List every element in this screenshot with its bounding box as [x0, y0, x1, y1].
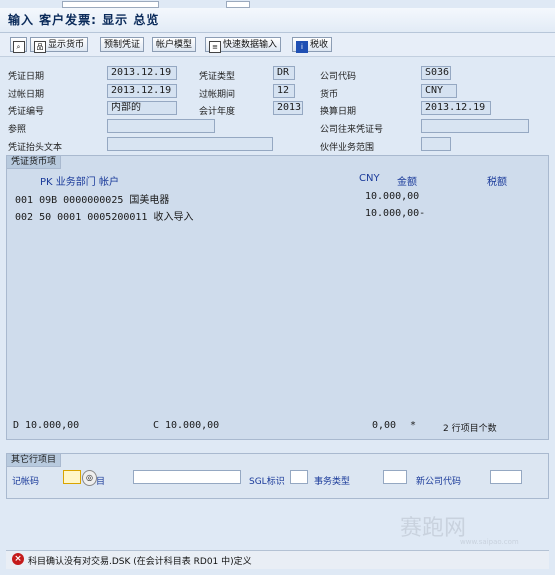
items-panel-tab[interactable]: 凭证货币项	[6, 155, 62, 169]
amount-column-header: 金额	[397, 177, 417, 188]
watermark-logo: 赛跑网	[400, 516, 467, 541]
toolbar-slot	[226, 1, 250, 8]
doc-number-field[interactable]: 内部的	[107, 101, 177, 115]
company-code-label: 公司代码	[320, 72, 357, 82]
intercompany-label: 公司往来凭证号	[320, 125, 384, 135]
sgl-field[interactable]	[290, 470, 308, 484]
doc-date-field[interactable]: 2013.12.19	[107, 66, 177, 80]
fiscal-year-field[interactable]: 2013	[273, 101, 303, 115]
list-icon: ≡	[209, 41, 221, 53]
header-text-field[interactable]	[107, 137, 273, 151]
doc-date-label: 凭证日期	[8, 72, 45, 82]
park-document-button[interactable]: 预制凭证	[100, 37, 145, 52]
header-text-label: 凭证抬头文本	[8, 143, 63, 153]
balance-flag: *	[410, 420, 417, 431]
row-detail: 001 09B 0000000025 国美电器	[15, 195, 170, 206]
credit-label: C	[153, 420, 160, 431]
doc-number-label: 凭证编号	[8, 107, 45, 117]
page-title: 输入 客户发票: 显示 总览	[8, 13, 160, 27]
tax-column-header: 税额	[487, 177, 507, 188]
watermark-url: www.saipao.com	[460, 538, 519, 546]
new-company-label: 新公司代码	[416, 477, 462, 487]
error-icon: ×	[12, 553, 24, 565]
currency-label: 货币	[320, 90, 339, 100]
magnifier-icon: ⌕	[12, 41, 25, 53]
table-row[interactable]: 001 09B 0000000025 国美电器	[15, 191, 169, 206]
reference-label: 参照	[8, 125, 27, 135]
debit-total: 10.000,00	[25, 420, 80, 431]
trans-type-label: 事务类型	[314, 477, 351, 487]
company-code-field[interactable]: S036	[421, 66, 451, 80]
account-model-button[interactable]: 帐户模型	[152, 37, 197, 52]
account-label: 目	[96, 477, 106, 487]
period-label: 过帐期间	[199, 90, 236, 100]
new-company-field[interactable]	[490, 470, 522, 484]
info-icon: i	[296, 41, 308, 53]
fast-entry-button[interactable]: ≡ 快速数据输入	[205, 37, 282, 53]
reference-field[interactable]	[107, 119, 215, 133]
translation-date-field[interactable]: 2013.12.19	[421, 101, 491, 115]
partner-area-label: 伙伴业务范围	[320, 143, 375, 153]
fiscal-year-label: 会计年度	[199, 107, 236, 117]
hierarchy-icon: 品	[34, 41, 46, 53]
period-field[interactable]: 12	[273, 84, 295, 98]
trans-type-field[interactable]	[383, 470, 407, 484]
doc-type-label: 凭证类型	[199, 72, 236, 82]
row-amount: 10.000,00	[365, 191, 420, 202]
posting-key-field[interactable]	[63, 470, 81, 484]
item-count: 2 行项目个数	[443, 424, 497, 434]
search-help-icon[interactable]: ◎	[82, 470, 97, 486]
sgl-label: SGL标识	[249, 477, 285, 487]
table-row[interactable]: 002 50 0001 0005200011 收入导入	[15, 208, 193, 223]
row-amount: 10.000,00-	[365, 208, 426, 219]
other-item-tab[interactable]: 其它行项目	[6, 453, 62, 467]
account-field[interactable]	[133, 470, 241, 484]
display-currency-button[interactable]: 品显示货币	[30, 37, 89, 53]
command-field[interactable]	[62, 1, 159, 8]
credit-total: 10.000,00	[165, 420, 220, 431]
tax-button[interactable]: i 税收	[292, 37, 333, 53]
posting-date-field[interactable]: 2013.12.19	[107, 84, 177, 98]
currency-column-header: CNY	[359, 173, 380, 184]
status-message[interactable]: 科目确认没有对交易.DSK (在会计科目表 RD01 中)定义	[28, 554, 252, 567]
balance-value: 0,00	[372, 420, 397, 431]
row-detail: 002 50 0001 0005200011 收入导入	[15, 212, 194, 223]
currency-field[interactable]: CNY	[421, 84, 457, 98]
posting-date-label: 过帐日期	[8, 90, 45, 100]
doc-type-field[interactable]: DR	[273, 66, 295, 80]
partner-area-field[interactable]	[421, 137, 451, 151]
translation-date-label: 换算日期	[320, 107, 357, 117]
overview-button[interactable]: ⌕	[10, 37, 27, 53]
items-column-header: PK 业务部门 帐户	[40, 177, 119, 188]
debit-label: D	[13, 420, 20, 431]
posting-key-label: 记帐码	[12, 477, 40, 487]
intercompany-field[interactable]	[421, 119, 529, 133]
